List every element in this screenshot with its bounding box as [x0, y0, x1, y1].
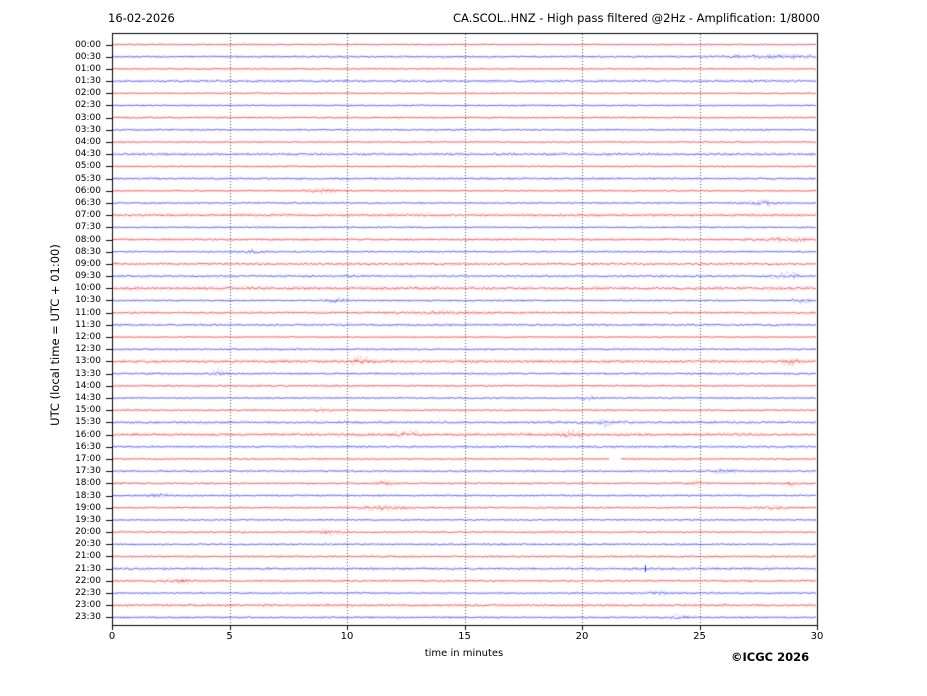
y-tick-label: 03:30 [75, 124, 101, 135]
y-tick-label: 00:30 [75, 51, 101, 62]
seismogram-plot-canvas [0, 0, 927, 696]
y-tick-label: 15:30 [75, 417, 101, 428]
y-tick-label: 15:00 [75, 405, 101, 416]
y-tick-label: 07:00 [75, 210, 101, 221]
y-tick-label: 14:30 [75, 393, 101, 403]
y-tick-label: 14:00 [75, 380, 101, 391]
y-tick-label: 18:00 [75, 478, 101, 489]
y-tick-label: 23:00 [75, 600, 101, 611]
x-axis-label: time in minutes [424, 648, 504, 659]
helicorder-figure: 16-02-2026 CA.SCOL..HNZ - High pass filt… [0, 0, 927, 696]
y-tick-label: 21:30 [75, 563, 101, 574]
y-tick-label: 02:00 [75, 88, 101, 99]
y-tick-label: 10:00 [75, 283, 101, 294]
y-tick-label: 06:00 [75, 185, 101, 196]
y-tick-label: 09:00 [75, 258, 101, 269]
figure-title: CA.SCOL..HNZ - High pass filtered @2Hz -… [453, 11, 820, 25]
y-tick-label: 13:00 [75, 356, 101, 367]
y-tick-label: 19:30 [75, 514, 101, 525]
y-tick-label: 01:00 [75, 63, 101, 74]
y-tick-label: 11:30 [75, 319, 101, 330]
y-tick-label: 23:30 [75, 612, 101, 623]
y-tick-label: 21:00 [75, 551, 101, 562]
y-tick-label: 07:30 [75, 222, 101, 233]
y-axis-label: UTC (local time = UTC + 01:00) [48, 244, 62, 426]
y-tick-label: 05:30 [75, 173, 101, 184]
y-tick-label: 22:30 [75, 588, 101, 599]
x-tick-label: 15 [458, 631, 471, 642]
x-tick-label: 10 [340, 631, 354, 642]
y-tick-label: 04:30 [75, 149, 101, 160]
y-tick-label: 12:00 [75, 332, 101, 343]
y-tick-label: 22:00 [75, 575, 101, 586]
y-tick-label: 17:30 [75, 466, 101, 477]
y-tick-label: 17:00 [75, 453, 101, 464]
y-tick-label: 06:30 [75, 197, 101, 208]
y-tick-label: 20:30 [75, 539, 101, 550]
y-tick-label: 10:30 [75, 295, 101, 306]
y-tick-label: 13:30 [75, 368, 101, 379]
y-tick-label: 16:00 [75, 429, 101, 440]
y-tick-label: 12:30 [75, 344, 101, 355]
y-tick-label: 03:00 [75, 112, 101, 123]
y-tick-label: 00:00 [75, 39, 101, 50]
y-tick-label: 08:00 [75, 234, 101, 245]
figure-date: 16-02-2026 [108, 11, 175, 25]
y-tick-label: 04:00 [75, 137, 101, 148]
y-tick-label: 11:00 [75, 307, 101, 318]
y-tick-label: 09:30 [75, 271, 101, 282]
y-tick-label: 08:30 [75, 246, 101, 257]
x-tick-label: 0 [108, 631, 116, 642]
x-tick-label: 25 [693, 631, 706, 642]
y-tick-label: 16:30 [75, 441, 101, 452]
y-tick-label: 05:00 [75, 161, 101, 172]
x-tick-label: 20 [575, 631, 589, 642]
y-tick-label: 02:30 [75, 100, 101, 111]
x-tick-label: 5 [226, 631, 233, 642]
y-tick-label: 01:30 [75, 76, 101, 87]
y-tick-label: 20:00 [75, 527, 101, 538]
x-tick-label: 30 [810, 631, 824, 642]
y-tick-label: 18:30 [75, 490, 101, 501]
y-tick-label: 19:00 [75, 502, 101, 513]
copyright-text: ©ICGC 2026 [731, 650, 810, 664]
